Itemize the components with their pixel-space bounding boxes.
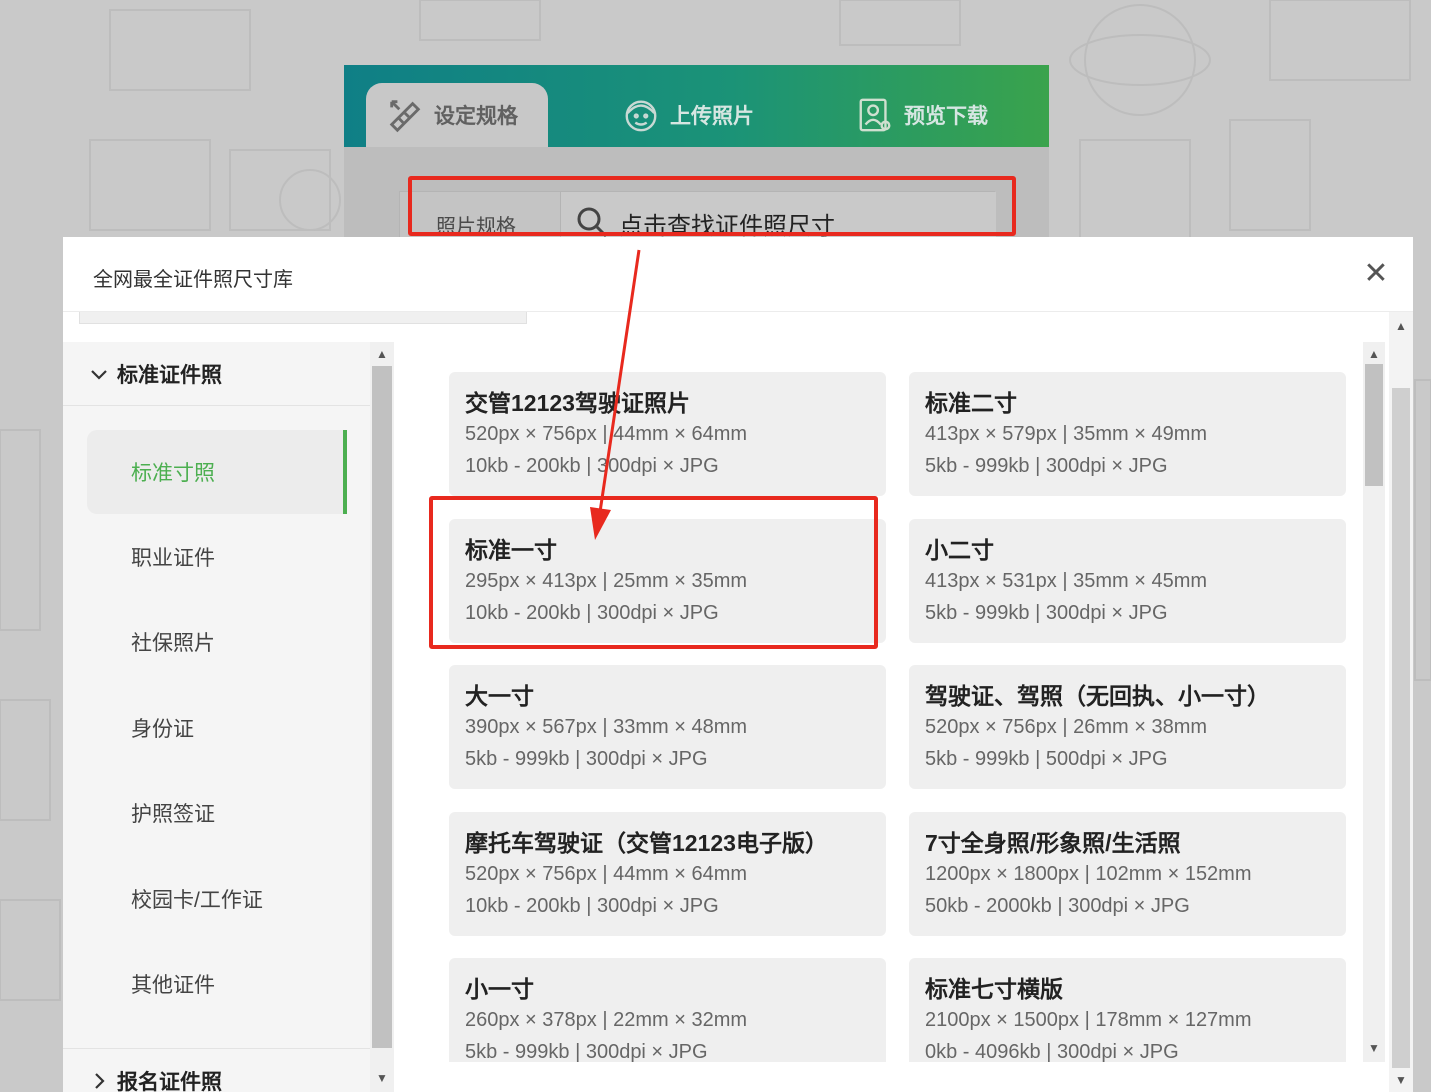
sidebar-item-label: 职业证件 [131,547,215,570]
card-file-spec: 10kb - 200kb | 300dpi × JPG [465,455,719,477]
close-icon[interactable]: ✕ [1361,259,1391,289]
scroll-up-arrow-icon[interactable]: ▲ [370,344,394,364]
sidebar-scrollbar[interactable]: ▲ ▼ [370,342,394,1092]
sidebar-item-id-card[interactable]: 身份证 [87,686,347,770]
size-library-modal: 全网最全证件照尺寸库 ✕ 标准证件照 标准寸照 职业证件 社保照片 身份证 护照… [63,237,1413,1092]
card-file-spec: 5kb - 999kb | 300dpi × JPG [465,748,708,770]
card-file-spec: 5kb - 999kb | 300dpi × JPG [925,602,1168,624]
card-file-spec: 5kb - 999kb | 300dpi × JPG [465,1041,708,1062]
size-card[interactable]: 7寸全身照/形象照/生活照 1200px × 1800px | 102mm × … [909,812,1346,936]
card-file-spec: 5kb - 999kb | 300dpi × JPG [925,455,1168,477]
tab-setup-spec[interactable]: 设定规格 [366,83,548,147]
size-card-grid: 交管12123驾驶证照片 520px × 756px | 44mm × 64mm… [396,342,1363,1062]
category-sidebar: 标准证件照 标准寸照 职业证件 社保照片 身份证 护照签证 校园卡/工作证 其他… [63,342,370,1092]
chevron-right-icon [95,1072,105,1089]
card-dimensions: 520px × 756px | 44mm × 64mm [465,423,748,445]
card-dimensions: 413px × 531px | 35mm × 45mm [925,570,1208,592]
tab-preview-download[interactable]: 预览下载 [856,83,988,147]
scroll-down-arrow-icon[interactable]: ▼ [1389,1070,1413,1090]
modal-header: 全网最全证件照尺寸库 ✕ [63,237,1413,312]
card-title: 标准二寸 [925,390,1017,416]
size-card[interactable]: 标准二寸 413px × 579px | 35mm × 49mm 5kb - 9… [909,372,1346,496]
card-dimensions: 413px × 579px | 35mm × 49mm [925,423,1208,445]
sidebar-item-other[interactable]: 其他证件 [87,942,347,1026]
sidebar-item-label: 其他证件 [131,974,215,997]
card-dimensions: 1200px × 1800px | 102mm × 152mm [925,863,1252,885]
card-title: 小一寸 [465,976,534,1002]
size-card[interactable]: 驾驶证、驾照（无回执、小一寸） 520px × 756px | 26mm × 3… [909,665,1346,789]
card-title: 小二寸 [925,537,994,563]
group-standard-id-photo[interactable]: 标准证件照 [63,342,370,406]
card-file-spec: 5kb - 999kb | 500dpi × JPG [925,748,1168,770]
step-tab-bar: 设定规格 上传照片 预览下载 [344,65,1049,147]
sidebar-item-social-security[interactable]: 社保照片 [87,600,347,684]
card-dimensions: 260px × 378px | 22mm × 32mm [465,1009,748,1031]
card-title: 驾驶证、驾照（无回执、小一寸） [925,683,1270,709]
sidebar-item-standard-size[interactable]: 标准寸照 [87,430,347,514]
id-preview-icon [859,98,891,132]
card-file-spec: 50kb - 2000kb | 300dpi × JPG [925,895,1190,917]
size-card[interactable]: 小二寸 413px × 531px | 35mm × 45mm 5kb - 99… [909,519,1346,643]
card-title: 标准七寸横版 [925,976,1063,1002]
sidebar-item-label: 标准寸照 [131,462,215,485]
size-card[interactable]: 交管12123驾驶证照片 520px × 756px | 44mm × 64mm… [449,372,886,496]
modal-scrollbar[interactable]: ▲ ▼ [1389,312,1413,1092]
scrollbar-thumb[interactable] [372,366,392,1048]
ruler-pencil-icon [389,100,421,133]
scroll-up-arrow-icon[interactable]: ▲ [1389,316,1413,336]
scroll-down-arrow-icon[interactable]: ▼ [1363,1038,1385,1058]
tab-label: 设定规格 [434,105,518,128]
size-card[interactable]: 小一寸 260px × 378px | 22mm × 32mm 5kb - 99… [449,958,886,1062]
sidebar-item-professional[interactable]: 职业证件 [87,515,347,599]
content-scrollbar[interactable]: ▲ ▼ [1363,342,1385,1062]
sidebar-item-passport-visa[interactable]: 护照签证 [87,771,347,855]
scrollbar-thumb[interactable] [1365,364,1383,486]
sidebar-item-campus-work-card[interactable]: 校园卡/工作证 [87,857,347,941]
tab-label: 预览下载 [904,105,988,128]
annotation-box-search [408,176,1016,236]
tab-upload-photo[interactable]: 上传照片 [622,83,754,147]
size-card[interactable]: 标准七寸横版 2100px × 1500px | 178mm × 127mm 0… [909,958,1346,1062]
sidebar-item-label: 校园卡/工作证 [131,889,263,912]
card-title: 交管12123驾驶证照片 [465,390,690,416]
card-file-spec: 0kb - 4096kb | 300dpi × JPG [925,1041,1179,1062]
card-title: 7寸全身照/形象照/生活照 [925,830,1181,856]
group-label: 标准证件照 [117,363,222,387]
annotation-box-card [429,496,878,649]
scroll-down-arrow-icon[interactable]: ▼ [370,1068,394,1088]
sidebar-item-label: 身份证 [131,718,194,741]
card-title: 摩托车驾驶证（交管12123电子版） [465,830,828,856]
face-icon [625,100,657,132]
card-file-spec: 10kb - 200kb | 300dpi × JPG [465,895,719,917]
tab-label: 上传照片 [670,105,754,128]
chevron-down-icon [91,369,107,380]
size-card[interactable]: 摩托车驾驶证（交管12123电子版） 520px × 756px | 44mm … [449,812,886,936]
card-title: 大一寸 [465,683,534,709]
modal-title: 全网最全证件照尺寸库 [93,269,293,291]
sidebar-item-label: 社保照片 [131,632,215,655]
scrollbar-thumb[interactable] [1392,388,1410,1068]
size-card[interactable]: 大一寸 390px × 567px | 33mm × 48mm 5kb - 99… [449,665,886,789]
scroll-up-arrow-icon[interactable]: ▲ [1363,344,1385,364]
modal-search-bar[interactable] [79,312,527,324]
group-label: 报名证件照 [117,1070,222,1092]
card-dimensions: 520px × 756px | 26mm × 38mm [925,716,1208,738]
card-dimensions: 390px × 567px | 33mm × 48mm [465,716,748,738]
card-dimensions: 520px × 756px | 44mm × 64mm [465,863,748,885]
card-dimensions: 2100px × 1500px | 178mm × 127mm [925,1009,1252,1031]
sidebar-item-label: 护照签证 [131,803,215,826]
group-registration-photo[interactable]: 报名证件照 [63,1048,370,1092]
